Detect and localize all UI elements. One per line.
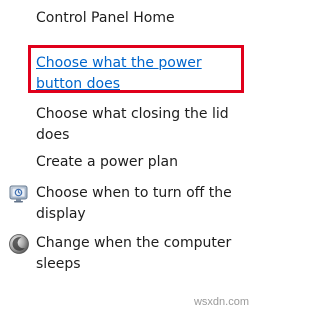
change-sleep-link[interactable]: Change when the computer sleeps bbox=[36, 233, 248, 275]
turn-off-display-link[interactable]: Choose when to turn off the display bbox=[36, 183, 248, 225]
display-power-icon bbox=[8, 183, 30, 205]
sleep-moon-icon bbox=[8, 233, 30, 255]
watermark: wsxdn.com bbox=[193, 296, 249, 308]
choose-power-button-link[interactable]: Choose what the power button does bbox=[36, 53, 248, 95]
choose-closing-lid-link[interactable]: Choose what closing the lid does bbox=[36, 104, 248, 146]
control-panel-home-link[interactable]: Control Panel Home bbox=[36, 8, 248, 29]
create-power-plan-link[interactable]: Create a power plan bbox=[36, 152, 248, 173]
